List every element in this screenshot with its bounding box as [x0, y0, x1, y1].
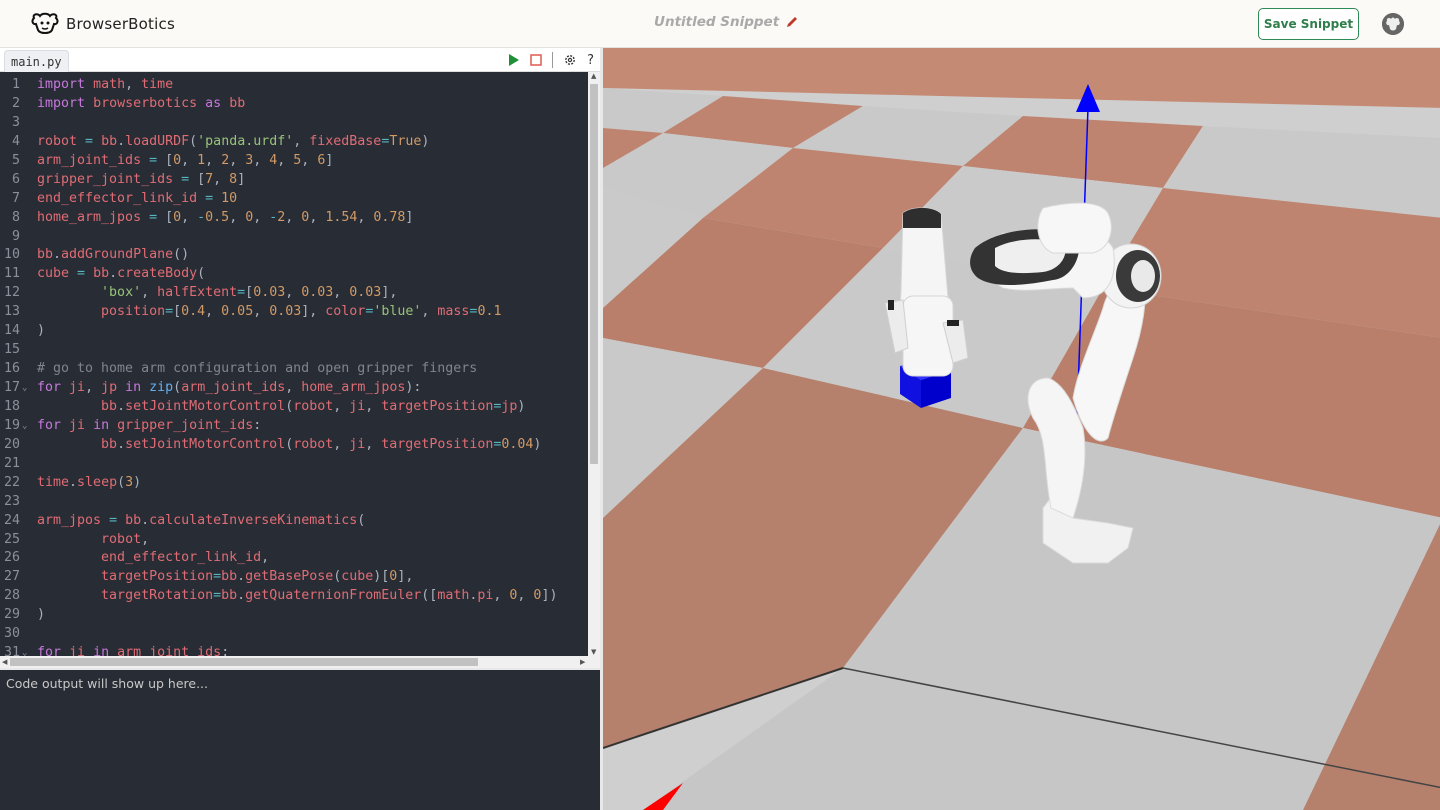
editor-tabbar: main.py ?	[0, 48, 600, 72]
gear-icon[interactable]	[563, 53, 577, 67]
simulation-viewport[interactable]	[600, 48, 1440, 810]
code-line: 23	[3, 493, 20, 509]
code-line: 24 arm_jpos = bb.calculateInverseKinemati…	[3, 512, 366, 528]
code-line: 11 cube = bb.createBody(	[3, 266, 206, 282]
code-line: 14)	[3, 323, 46, 339]
play-icon[interactable]	[508, 53, 520, 67]
editor-hscroll-thumb[interactable]	[10, 658, 478, 666]
editor-vertical-scrollbar[interactable]: ▲ ▼	[588, 72, 600, 656]
pencil-icon[interactable]	[785, 15, 799, 29]
code-line: 10 bb.addGroundPlane()	[3, 247, 190, 263]
code-editor[interactable]: 1 import math, time 2 import browserbotics…	[0, 72, 600, 656]
user-avatar-icon	[1382, 13, 1404, 35]
brand-name: BrowserBotics	[66, 15, 175, 33]
editor-vscroll-thumb[interactable]	[590, 84, 598, 464]
code-line: 21	[3, 455, 20, 471]
code-line: 6 gripper_joint_ids = [7, 8]	[11, 171, 246, 187]
code-line: 4 robot = bb.loadURDF('panda.urdf', fixed…	[11, 133, 430, 149]
editor-panel: main.py ? 1 import math, time 2 import bro…	[0, 48, 600, 810]
stop-icon[interactable]	[530, 54, 542, 66]
code-line: 1 import math, time	[11, 77, 174, 92]
code-line: 26 end_effector_link_id,	[3, 550, 270, 566]
code-line: 22 time.sleep(3)	[3, 474, 142, 490]
code-line: 15	[3, 342, 20, 358]
code-line: 2 import browserbotics as bb	[11, 95, 246, 111]
code-line: 17 ⌄ for ji, jp in zip(arm_joint_ids, home…	[3, 380, 422, 395]
code-line: 30	[3, 626, 20, 642]
editor-toolbar: ?	[508, 51, 594, 69]
avatar[interactable]	[1382, 13, 1404, 35]
code-line: 9	[11, 228, 20, 244]
code-line: 3	[11, 114, 20, 130]
code-line: 16 # go to home arm configuration and ope…	[3, 361, 478, 377]
code-line: 25 robot,	[3, 531, 150, 547]
scroll-left-icon[interactable]: ◀	[2, 658, 7, 666]
scroll-right-icon[interactable]: ▶	[580, 658, 585, 666]
scroll-down-icon[interactable]: ▼	[591, 648, 596, 656]
scene-canvas[interactable]	[603, 48, 1440, 810]
editor-horizontal-scrollbar[interactable]: ◀ ▶	[0, 656, 600, 668]
code-lines: 1 import math, time 2 import browserbotics…	[0, 76, 588, 656]
code-line: 13 position=[0.4, 0.05, 0.03], color='bl…	[3, 304, 502, 320]
code-line: 8 home_arm_jpos = [0, -0.5, 0, -2, 0, 1.5…	[11, 209, 414, 225]
scroll-up-icon[interactable]: ▲	[591, 72, 596, 80]
brand[interactable]: BrowserBotics	[30, 12, 175, 36]
code-line: 20 bb.setJointMotorControl(robot, ji, ta…	[3, 436, 542, 452]
code-line: 12 'box', halfExtent=[0.03, 0.03, 0.03],	[3, 285, 398, 301]
code-line: 29)	[3, 607, 46, 623]
output-placeholder: Code output will show up here...	[6, 676, 208, 691]
toolbar-divider	[552, 52, 554, 68]
file-tab-main[interactable]: main.py	[4, 50, 69, 72]
code-line: 27 targetPosition=bb.getBasePose(cube)[0…	[3, 569, 414, 585]
code-line: 5 arm_joint_ids = [0, 1, 2, 3, 4, 5, 6]	[11, 152, 334, 168]
code-line: 31 ⌄ for ji in arm_joint_ids:	[3, 645, 230, 656]
code-line: 28 targetRotation=bb.getQuaternionFromEu…	[3, 588, 558, 604]
output-console: Code output will show up here...	[0, 668, 600, 810]
snippet-title[interactable]: Untitled Snippet	[654, 14, 779, 30]
ram-logo-icon	[31, 12, 59, 34]
save-snippet-button[interactable]: Save Snippet	[1258, 8, 1359, 40]
snippet-title-group[interactable]: Untitled Snippet	[654, 14, 799, 30]
ground-plane	[603, 48, 1440, 810]
code-line: 19 ⌄ for ji in gripper_joint_ids:	[3, 417, 262, 433]
help-icon[interactable]: ?	[587, 53, 594, 68]
code-line: 18 bb.setJointMotorControl(robot, ji, ta…	[3, 398, 526, 414]
top-header: BrowserBotics Untitled Snippet Save Snip…	[0, 0, 1440, 48]
code-line: 7 end_effector_link_id = 10	[11, 190, 238, 206]
